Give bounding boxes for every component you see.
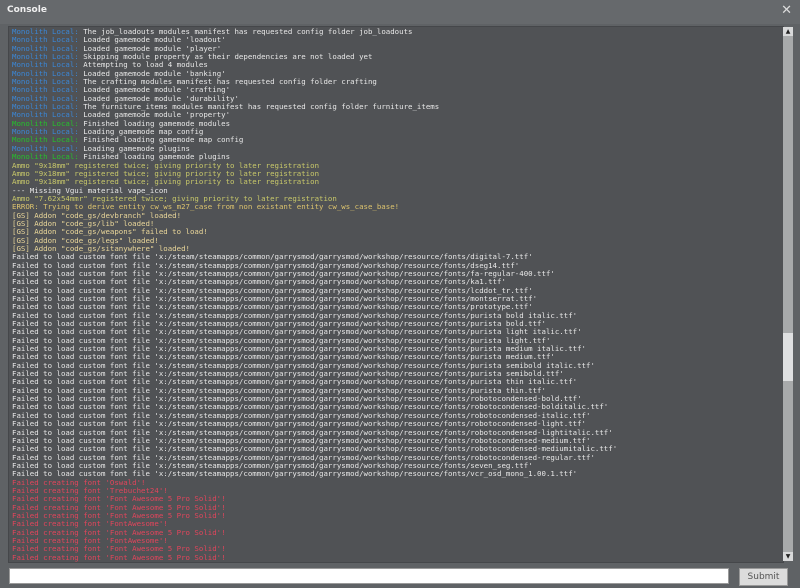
- title-bar: Console ✕: [0, 0, 800, 24]
- console-command-input[interactable]: [9, 568, 729, 584]
- scroll-up-icon[interactable]: ▲: [783, 27, 793, 36]
- console-output: Monolith Local: The job_loadouts modules…: [8, 26, 784, 563]
- scrollbar-thumb[interactable]: [783, 333, 793, 381]
- window-title: Console: [7, 5, 47, 15]
- line-text: Failed creating font 'Font Awesome 5 Pro…: [12, 552, 226, 562]
- submit-button[interactable]: Submit: [739, 568, 788, 586]
- scroll-down-icon[interactable]: ▼: [783, 552, 793, 561]
- close-icon[interactable]: ✕: [781, 3, 792, 19]
- scrollbar[interactable]: ▲ ▼: [783, 27, 793, 561]
- console-lines: Monolith Local: The job_loadouts modules…: [12, 27, 617, 562]
- console-line: Failed creating font 'Font Awesome 5 Pro…: [12, 552, 617, 562]
